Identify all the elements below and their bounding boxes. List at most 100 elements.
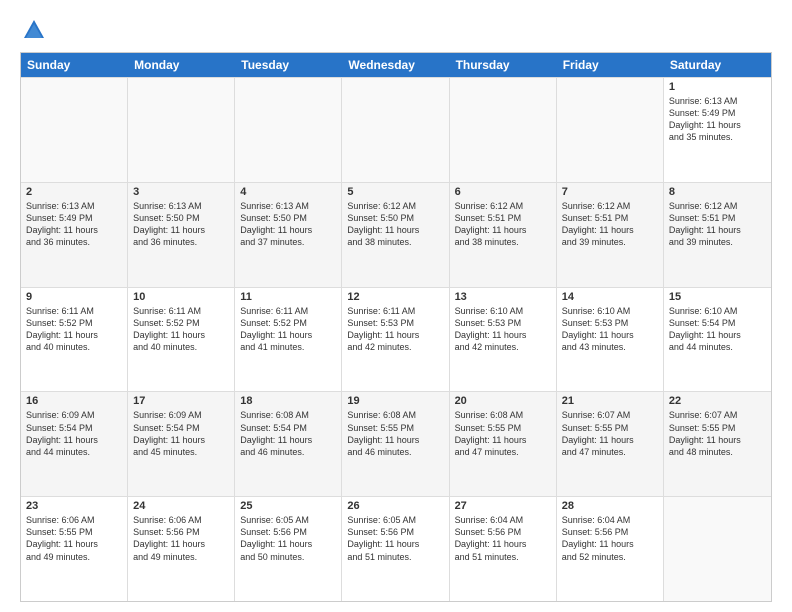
day-number: 24 [133, 500, 229, 512]
calendar-cell: 20Sunrise: 6:08 AM Sunset: 5:55 PM Dayli… [450, 392, 557, 496]
calendar-body: 1 Sunrise: 6:13 AM Sunset: 5:49 PM Daylig… [21, 77, 771, 601]
day-info: Sunrise: 6:11 AM Sunset: 5:52 PM Dayligh… [26, 305, 122, 354]
day-number: 15 [669, 291, 766, 303]
day-info: Sunrise: 6:09 AM Sunset: 5:54 PM Dayligh… [26, 409, 122, 458]
calendar-cell: 17 Sunrise: 6:09 AM Sunset: 5:54 PM Dayli… [128, 392, 235, 496]
day-number: 26 [347, 500, 443, 512]
day-info: Sunrise: 6:12 AM Sunset: 5:51 PM Dayligh… [669, 200, 766, 249]
day-info: Sunrise: 6:11 AM Sunset: 5:52 PM Dayligh… [133, 305, 229, 354]
day-info: Sunrise: 6:13 AM Sunset: 5:49 PM Dayligh… [26, 200, 122, 249]
calendar-cell: 9 Sunrise: 6:11 AM Sunset: 5:52 PM Daylig… [21, 288, 128, 392]
calendar-cell: 11 Sunrise: 6:11 AM Sunset: 5:52 PM Dayli… [235, 288, 342, 392]
day-number: 10 [133, 291, 229, 303]
day-number: 12 [347, 291, 443, 303]
day-number: 22 [669, 395, 766, 407]
day-info: Sunrise: 6:12 AM Sunset: 5:51 PM Dayligh… [562, 200, 658, 249]
calendar-cell: 10 Sunrise: 6:11 AM Sunset: 5:52 PM Dayli… [128, 288, 235, 392]
day-number: 13 [455, 291, 551, 303]
calendar-cell: 22 Sunrise: 6:07 AM Sunset: 5:55 PM Dayli… [664, 392, 771, 496]
day-number: 21 [562, 395, 658, 407]
header-day: Monday [128, 53, 235, 77]
logo-icon [20, 16, 48, 44]
day-info: Sunrise: 6:07 AM Sunset: 5:55 PM Dayligh… [562, 409, 658, 458]
calendar-cell: 27 Sunrise: 6:04 AM Sunset: 5:56 PM Dayli… [450, 497, 557, 601]
calendar-cell: 5 Sunrise: 6:12 AM Sunset: 5:50 PM Daylig… [342, 183, 449, 287]
day-number: 7 [562, 186, 658, 198]
day-info: Sunrise: 6:04 AM Sunset: 5:56 PM Dayligh… [562, 514, 658, 563]
day-number: 6 [455, 186, 551, 198]
calendar-cell [21, 78, 128, 182]
day-number: 25 [240, 500, 336, 512]
calendar-cell: 1 Sunrise: 6:13 AM Sunset: 5:49 PM Daylig… [664, 78, 771, 182]
day-number: 3 [133, 186, 229, 198]
calendar-row: 16 Sunrise: 6:09 AM Sunset: 5:54 PM Dayli… [21, 391, 771, 496]
calendar-row: 1 Sunrise: 6:13 AM Sunset: 5:49 PM Daylig… [21, 77, 771, 182]
day-info: Sunrise: 6:13 AM Sunset: 5:50 PM Dayligh… [240, 200, 336, 249]
calendar-cell: 25 Sunrise: 6:05 AM Sunset: 5:56 PM Dayli… [235, 497, 342, 601]
day-number: 28 [562, 500, 658, 512]
day-number: 5 [347, 186, 443, 198]
day-info: Sunrise: 6:10 AM Sunset: 5:53 PM Dayligh… [562, 305, 658, 354]
calendar-cell: 23 Sunrise: 6:06 AM Sunset: 5:55 PM Dayli… [21, 497, 128, 601]
day-info: Sunrise: 6:13 AM Sunset: 5:49 PM Dayligh… [669, 95, 766, 144]
calendar-cell [235, 78, 342, 182]
day-info: Sunrise: 6:12 AM Sunset: 5:50 PM Dayligh… [347, 200, 443, 249]
day-info: Sunrise: 6:05 AM Sunset: 5:56 PM Dayligh… [347, 514, 443, 563]
day-info: Sunrise: 6:06 AM Sunset: 5:56 PM Dayligh… [133, 514, 229, 563]
calendar-cell: 6Sunrise: 6:12 AM Sunset: 5:51 PM Daylig… [450, 183, 557, 287]
day-number: 11 [240, 291, 336, 303]
calendar-cell: 24 Sunrise: 6:06 AM Sunset: 5:56 PM Dayli… [128, 497, 235, 601]
header-day: Tuesday [235, 53, 342, 77]
calendar-cell: 15Sunrise: 6:10 AM Sunset: 5:54 PM Dayli… [664, 288, 771, 392]
day-number: 27 [455, 500, 551, 512]
calendar-cell: 16 Sunrise: 6:09 AM Sunset: 5:54 PM Dayli… [21, 392, 128, 496]
header-day: Wednesday [342, 53, 449, 77]
calendar-cell: 7 Sunrise: 6:12 AM Sunset: 5:51 PM Daylig… [557, 183, 664, 287]
header-day: Sunday [21, 53, 128, 77]
day-number: 8 [669, 186, 766, 198]
calendar-cell: 3 Sunrise: 6:13 AM Sunset: 5:50 PM Daylig… [128, 183, 235, 287]
calendar-cell: 18Sunrise: 6:08 AM Sunset: 5:54 PM Dayli… [235, 392, 342, 496]
calendar-cell: 13 Sunrise: 6:10 AM Sunset: 5:53 PM Dayli… [450, 288, 557, 392]
day-info: Sunrise: 6:05 AM Sunset: 5:56 PM Dayligh… [240, 514, 336, 563]
calendar-cell: 8 Sunrise: 6:12 AM Sunset: 5:51 PM Daylig… [664, 183, 771, 287]
calendar-row: 9 Sunrise: 6:11 AM Sunset: 5:52 PM Daylig… [21, 287, 771, 392]
calendar-header: SundayMondayTuesdayWednesdayThursdayFrid… [21, 53, 771, 77]
header-day: Thursday [450, 53, 557, 77]
day-info: Sunrise: 6:08 AM Sunset: 5:55 PM Dayligh… [347, 409, 443, 458]
header [20, 16, 772, 44]
page: SundayMondayTuesdayWednesdayThursdayFrid… [0, 0, 792, 612]
day-info: Sunrise: 6:06 AM Sunset: 5:55 PM Dayligh… [26, 514, 122, 563]
day-number: 9 [26, 291, 122, 303]
day-number: 4 [240, 186, 336, 198]
day-info: Sunrise: 6:11 AM Sunset: 5:53 PM Dayligh… [347, 305, 443, 354]
day-info: Sunrise: 6:08 AM Sunset: 5:55 PM Dayligh… [455, 409, 551, 458]
day-info: Sunrise: 6:13 AM Sunset: 5:50 PM Dayligh… [133, 200, 229, 249]
day-number: 19 [347, 395, 443, 407]
day-info: Sunrise: 6:11 AM Sunset: 5:52 PM Dayligh… [240, 305, 336, 354]
day-number: 1 [669, 81, 766, 93]
day-number: 16 [26, 395, 122, 407]
day-info: Sunrise: 6:09 AM Sunset: 5:54 PM Dayligh… [133, 409, 229, 458]
calendar-cell: 14Sunrise: 6:10 AM Sunset: 5:53 PM Dayli… [557, 288, 664, 392]
header-day: Friday [557, 53, 664, 77]
calendar-cell: 4 Sunrise: 6:13 AM Sunset: 5:50 PM Daylig… [235, 183, 342, 287]
calendar-cell [342, 78, 449, 182]
day-number: 23 [26, 500, 122, 512]
calendar-cell: 19 Sunrise: 6:08 AM Sunset: 5:55 PM Dayli… [342, 392, 449, 496]
calendar-cell: 2 Sunrise: 6:13 AM Sunset: 5:49 PM Daylig… [21, 183, 128, 287]
calendar: SundayMondayTuesdayWednesdayThursdayFrid… [20, 52, 772, 602]
calendar-cell: 26 Sunrise: 6:05 AM Sunset: 5:56 PM Dayli… [342, 497, 449, 601]
day-info: Sunrise: 6:07 AM Sunset: 5:55 PM Dayligh… [669, 409, 766, 458]
calendar-row: 2 Sunrise: 6:13 AM Sunset: 5:49 PM Daylig… [21, 182, 771, 287]
day-info: Sunrise: 6:08 AM Sunset: 5:54 PM Dayligh… [240, 409, 336, 458]
logo [20, 16, 52, 44]
day-info: Sunrise: 6:10 AM Sunset: 5:53 PM Dayligh… [455, 305, 551, 354]
calendar-cell [450, 78, 557, 182]
calendar-cell: 12 Sunrise: 6:11 AM Sunset: 5:53 PM Dayli… [342, 288, 449, 392]
calendar-row: 23 Sunrise: 6:06 AM Sunset: 5:55 PM Dayli… [21, 496, 771, 601]
day-number: 17 [133, 395, 229, 407]
day-number: 2 [26, 186, 122, 198]
day-info: Sunrise: 6:04 AM Sunset: 5:56 PM Dayligh… [455, 514, 551, 563]
calendar-cell [128, 78, 235, 182]
